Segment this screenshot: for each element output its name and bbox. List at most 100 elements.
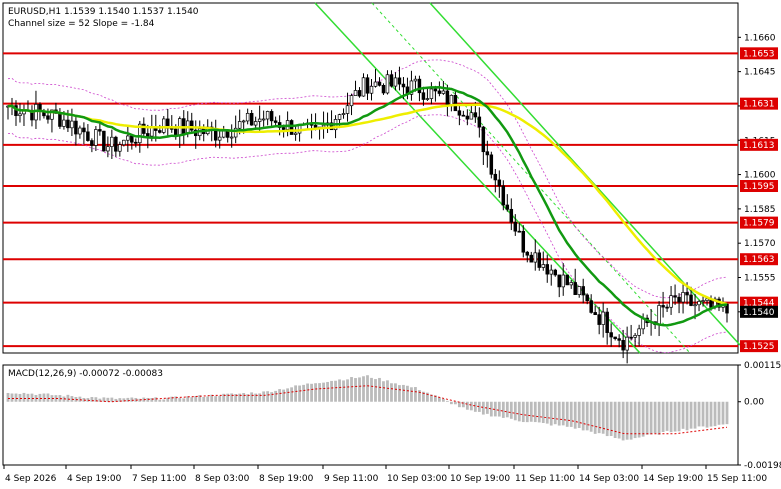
candle [461, 114, 466, 117]
price-tick-label: 1.1570 [744, 239, 776, 249]
time-label: 4 Sep 2026 [5, 474, 57, 484]
candle [118, 144, 122, 152]
candle [537, 252, 542, 268]
candle [66, 119, 70, 129]
candle [413, 78, 418, 82]
candle [397, 77, 402, 85]
candle [373, 81, 378, 87]
candle [237, 121, 242, 129]
candle [697, 301, 701, 306]
candle [353, 90, 358, 96]
candle [489, 154, 494, 175]
time-label: 14 Sep 19:00 [643, 474, 703, 484]
candle [689, 294, 693, 306]
channel-info: Channel size = 52 Slope = -1.84 [8, 19, 155, 29]
candle [341, 113, 346, 115]
candle [257, 118, 262, 122]
candle [58, 113, 62, 127]
time-label: 15 Sep 11:00 [707, 474, 767, 484]
candle [453, 94, 458, 112]
candle [573, 282, 577, 295]
candle [429, 88, 434, 99]
candle [361, 77, 366, 97]
candle [174, 128, 178, 136]
candle [142, 123, 146, 134]
candle [349, 95, 354, 107]
level-label: 1.1653 [743, 49, 775, 59]
price-tick-label: 1.1600 [744, 171, 776, 181]
time-label: 14 Sep 03:00 [579, 474, 639, 484]
price-tick-label: 1.1660 [744, 33, 776, 43]
candle [621, 339, 625, 351]
candle [229, 136, 234, 139]
candle [517, 230, 522, 233]
candle [162, 118, 166, 133]
candle [617, 338, 621, 341]
candle [337, 114, 342, 120]
candle [98, 129, 102, 132]
candle [221, 130, 226, 138]
candle [86, 131, 90, 141]
candle [345, 105, 350, 114]
candle [549, 269, 553, 275]
time-label: 7 Sep 11:00 [132, 474, 187, 484]
price-tick-label: 1.1555 [744, 274, 776, 284]
macd-tick-label: 0.00 [744, 398, 764, 408]
candle [469, 112, 474, 120]
candle [421, 92, 426, 100]
candle [605, 311, 609, 333]
candle [521, 230, 526, 253]
candle [182, 118, 186, 134]
candle [289, 120, 294, 135]
candle [425, 98, 430, 100]
level-label: 1.1525 [743, 342, 775, 352]
candle [225, 130, 230, 138]
candle [365, 77, 370, 94]
candle [701, 300, 705, 302]
chart-title: EURUSD,H1 1.1539 1.1540 1.1537 1.1540 [8, 7, 199, 17]
candle [633, 335, 637, 338]
candle [457, 110, 462, 116]
candle [509, 208, 514, 223]
candle [609, 332, 613, 338]
candle [589, 300, 593, 313]
candle [82, 127, 86, 133]
candle [513, 221, 518, 232]
candle [497, 179, 502, 187]
candle [441, 90, 446, 94]
candle [545, 264, 549, 275]
macd-tick-label: 0.00115 [744, 361, 781, 371]
candle [245, 112, 250, 122]
candle [501, 185, 506, 206]
price-tick-label: 1.1645 [744, 68, 776, 78]
candle [597, 314, 601, 325]
candle [70, 120, 74, 129]
candle [581, 286, 585, 296]
candle [493, 173, 498, 181]
candle [693, 304, 697, 307]
candle [481, 126, 486, 153]
time-label: 10 Sep 19:00 [450, 474, 510, 484]
candle [629, 336, 633, 339]
candle [505, 204, 510, 210]
candle [445, 90, 450, 107]
candle [705, 298, 709, 301]
candle [62, 119, 66, 127]
candle [189, 120, 194, 131]
candle [637, 328, 641, 336]
candle [381, 84, 386, 94]
candle [130, 135, 134, 143]
level-label: 1.1579 [743, 219, 775, 229]
candle [661, 305, 665, 308]
time-label: 11 Sep 11:00 [515, 474, 575, 484]
level-label: 1.1563 [743, 255, 775, 265]
candle [553, 269, 557, 276]
candle [565, 274, 569, 286]
candle [569, 282, 573, 286]
candle [561, 274, 565, 288]
time-label: 10 Sep 03:00 [387, 474, 447, 484]
candle [601, 311, 605, 325]
candle [369, 85, 374, 94]
candle [541, 264, 546, 268]
candle [401, 83, 406, 88]
